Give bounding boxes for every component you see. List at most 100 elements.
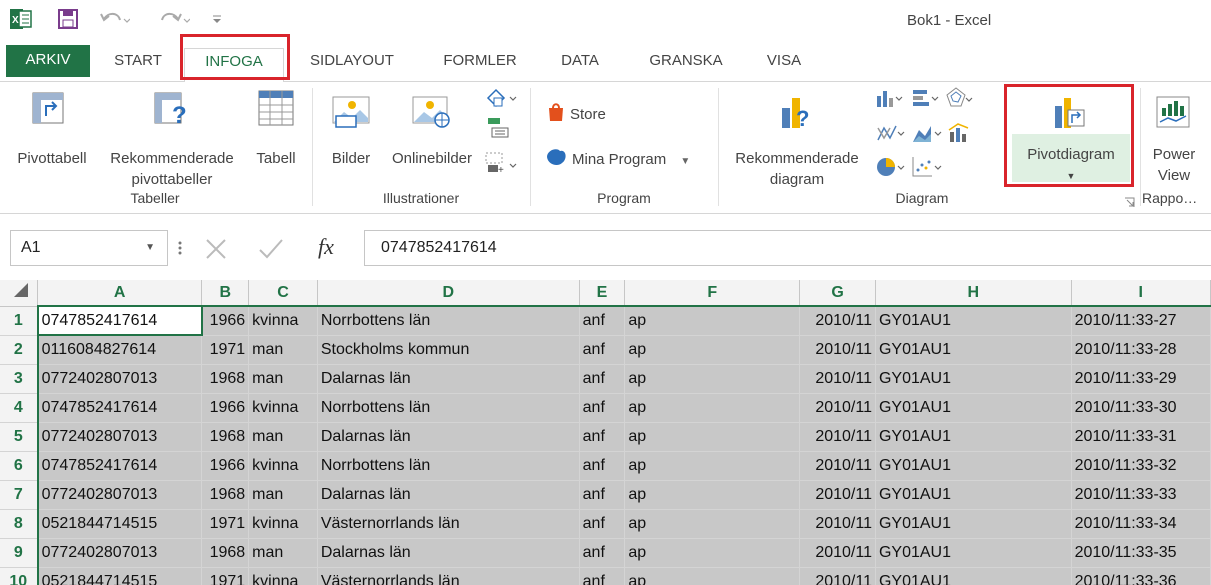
tabell-button[interactable]: Tabell: [246, 86, 306, 186]
cell-g6[interactable]: 2010/11: [799, 451, 876, 481]
cell-c9[interactable]: man: [248, 538, 318, 568]
cell-g5[interactable]: 2010/11: [799, 422, 876, 452]
cell-f5[interactable]: ap: [624, 422, 801, 452]
rekommenderade-diagram-button[interactable]: ? Rekommenderade diagram: [724, 86, 870, 188]
cell-f6[interactable]: ap: [624, 451, 801, 481]
scatter-combo-icon[interactable]: [876, 122, 906, 149]
tab-arkiv[interactable]: ARKIV: [6, 45, 90, 77]
cell-f7[interactable]: ap: [624, 480, 801, 510]
cell-a10[interactable]: 0521844714515: [37, 567, 203, 585]
column-chart-icon[interactable]: [876, 88, 906, 113]
tab-sidlayout[interactable]: SIDLAYOUT: [296, 48, 408, 82]
row-header[interactable]: 7: [0, 480, 39, 510]
cell-h8[interactable]: GY01AU1: [875, 509, 1072, 539]
cell-c10[interactable]: kvinna: [248, 567, 318, 585]
onlinebilder-button[interactable]: Onlinebilder: [384, 86, 480, 186]
pie-chart-icon[interactable]: [876, 156, 906, 183]
cell-g9[interactable]: 2010/11: [799, 538, 876, 568]
tab-start[interactable]: START: [96, 48, 180, 82]
cell-b7[interactable]: 1968: [201, 480, 250, 510]
row-header[interactable]: 5: [0, 422, 39, 452]
row-header[interactable]: 10: [0, 567, 39, 585]
row-header[interactable]: 8: [0, 509, 39, 539]
tab-granska[interactable]: GRANSKA: [634, 48, 738, 82]
cell-c3[interactable]: man: [248, 364, 318, 394]
cell-i6[interactable]: 2010/11:33-32: [1071, 451, 1211, 481]
cell-d9[interactable]: Dalarnas län: [317, 538, 580, 568]
cell-a5[interactable]: 0772402807013: [37, 422, 203, 452]
column-header-b[interactable]: B: [201, 280, 250, 307]
cell-e10[interactable]: anf: [579, 567, 626, 585]
cell-d4[interactable]: Norrbottens län: [317, 393, 580, 423]
area-chart-icon[interactable]: [912, 122, 944, 149]
cell-i1[interactable]: 2010/11:33-27: [1071, 306, 1211, 336]
cell-b10[interactable]: 1971: [201, 567, 250, 585]
cell-d1[interactable]: Norrbottens län: [317, 306, 580, 336]
enter-icon[interactable]: [258, 238, 284, 265]
cell-g1[interactable]: 2010/11: [799, 306, 876, 336]
cell-d7[interactable]: Dalarnas län: [317, 480, 580, 510]
store-button[interactable]: Store: [546, 102, 606, 128]
column-header-d[interactable]: D: [317, 280, 580, 307]
row-header[interactable]: 4: [0, 393, 39, 423]
combo-chart-icon[interactable]: [948, 122, 970, 149]
cell-i7[interactable]: 2010/11:33-33: [1071, 480, 1211, 510]
cell-b9[interactable]: 1968: [201, 538, 250, 568]
name-box[interactable]: A1 ▼: [10, 230, 168, 266]
cell-b2[interactable]: 1971: [201, 335, 250, 365]
screenshot-icon[interactable]: +: [484, 152, 520, 179]
cell-h5[interactable]: GY01AU1: [875, 422, 1072, 452]
cell-g4[interactable]: 2010/11: [799, 393, 876, 423]
tab-data[interactable]: DATA: [548, 48, 612, 82]
cell-a1[interactable]: 0747852417614: [36, 305, 203, 336]
cell-f3[interactable]: ap: [624, 364, 801, 394]
cell-b8[interactable]: 1971: [201, 509, 250, 539]
column-header-i[interactable]: I: [1071, 280, 1211, 307]
formula-input[interactable]: 0747852417614: [364, 230, 1211, 266]
cell-a7[interactable]: 0772402807013: [37, 480, 203, 510]
cell-h6[interactable]: GY01AU1: [875, 451, 1072, 481]
cell-a2[interactable]: 0116084827614: [37, 335, 203, 365]
cell-e2[interactable]: anf: [579, 335, 626, 365]
cell-c7[interactable]: man: [248, 480, 318, 510]
cell-d6[interactable]: Norrbottens län: [317, 451, 580, 481]
cell-a4[interactable]: 0747852417614: [37, 393, 203, 423]
cell-e8[interactable]: anf: [579, 509, 626, 539]
smartart-icon[interactable]: [486, 116, 510, 143]
rekommenderade-pivottabeller-button[interactable]: ? Rekommenderade pivottabeller: [98, 86, 246, 188]
spreadsheet-grid[interactable]: ABCDEFGHI 1 0747852417614 1966 kvinna Norrbo…: [0, 280, 1211, 585]
shapes-icon[interactable]: [484, 88, 520, 115]
cell-e5[interactable]: anf: [579, 422, 626, 452]
tab-infoga[interactable]: INFOGA: [184, 48, 284, 83]
cell-f2[interactable]: ap: [624, 335, 801, 365]
row-header[interactable]: 6: [0, 451, 39, 481]
cell-g2[interactable]: 2010/11: [799, 335, 876, 365]
cancel-icon[interactable]: [204, 238, 228, 265]
pivottabell-button[interactable]: Pivottabell: [6, 86, 98, 186]
cell-a3[interactable]: 0772402807013: [37, 364, 203, 394]
cell-d3[interactable]: Dalarnas län: [317, 364, 580, 394]
cell-g10[interactable]: 2010/11: [799, 567, 876, 585]
cell-i9[interactable]: 2010/11:33-35: [1071, 538, 1211, 568]
select-all-corner[interactable]: [0, 280, 39, 307]
cell-e6[interactable]: anf: [579, 451, 626, 481]
cell-f4[interactable]: ap: [624, 393, 801, 423]
column-header-f[interactable]: F: [624, 280, 801, 307]
cell-d5[interactable]: Dalarnas län: [317, 422, 580, 452]
cell-h2[interactable]: GY01AU1: [875, 335, 1072, 365]
row-header[interactable]: 1: [0, 306, 39, 336]
tab-formler[interactable]: FORMLER: [428, 48, 532, 82]
cell-b5[interactable]: 1968: [201, 422, 250, 452]
cell-i5[interactable]: 2010/11:33-31: [1071, 422, 1211, 452]
cell-c2[interactable]: man: [248, 335, 318, 365]
cell-d8[interactable]: Västernorrlands län: [317, 509, 580, 539]
cell-b4[interactable]: 1966: [201, 393, 250, 423]
cell-d10[interactable]: Västernorrlands län: [317, 567, 580, 585]
column-header-c[interactable]: C: [248, 280, 318, 307]
cell-f9[interactable]: ap: [624, 538, 801, 568]
column-header-h[interactable]: H: [875, 280, 1072, 307]
row-header[interactable]: 9: [0, 538, 39, 568]
cell-g8[interactable]: 2010/11: [799, 509, 876, 539]
cell-g7[interactable]: 2010/11: [799, 480, 876, 510]
cell-h4[interactable]: GY01AU1: [875, 393, 1072, 423]
